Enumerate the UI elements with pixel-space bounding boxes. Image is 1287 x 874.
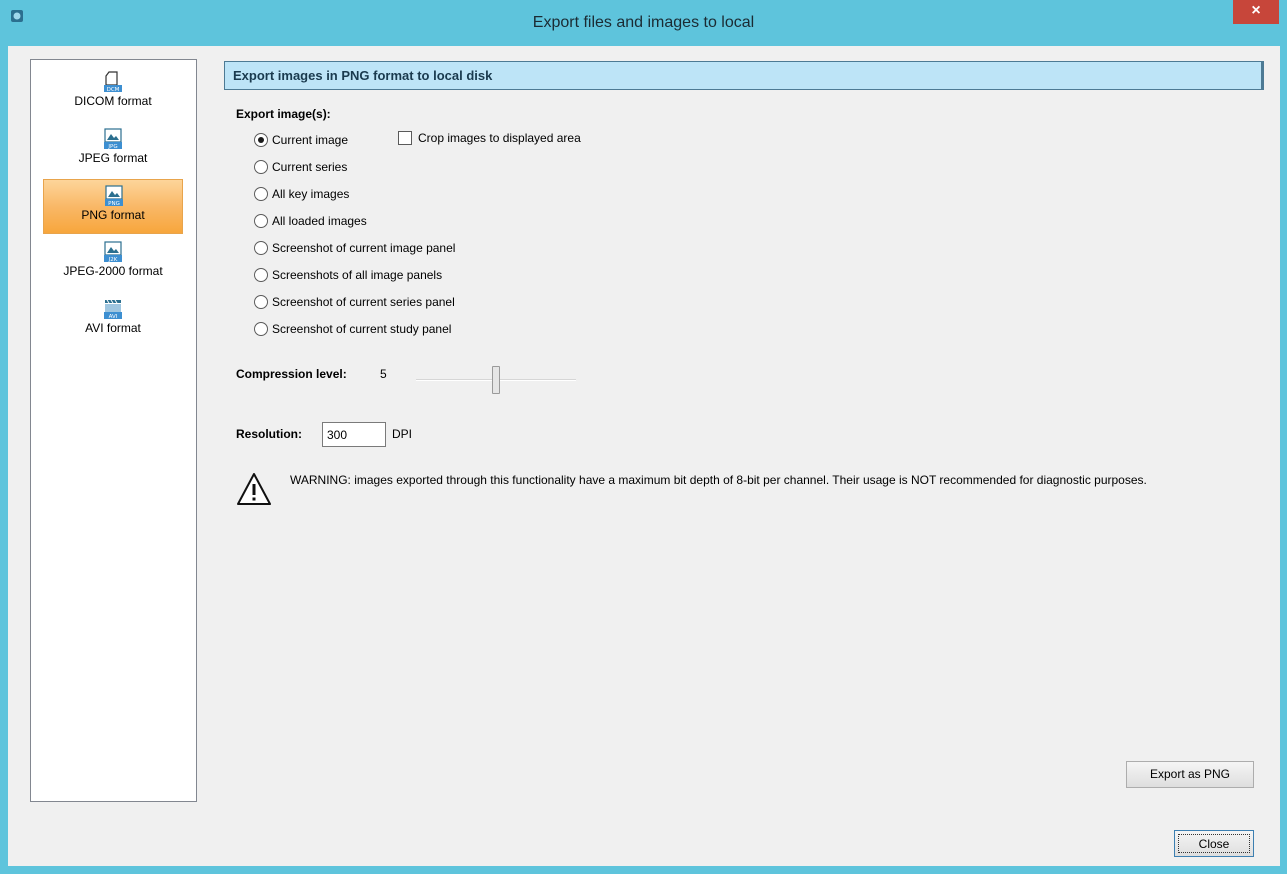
- crop-checkbox[interactable]: [398, 131, 412, 145]
- radio-label: Screenshots of all image panels: [272, 268, 443, 282]
- png-badge: PNG: [108, 201, 120, 207]
- radio-label: All loaded images: [272, 214, 367, 228]
- title-bar[interactable]: Export files and images to local ×: [0, 0, 1287, 46]
- sidebar-item-label: JPEG format: [78, 151, 148, 165]
- sidebar-item-label: DICOM format: [74, 94, 152, 108]
- export-images-label: Export image(s):: [236, 107, 331, 121]
- warning-text: WARNING: images exported through this fu…: [290, 473, 1147, 487]
- sidebar-item-png[interactable]: PNG PNG format: [43, 179, 183, 234]
- window-close-button[interactable]: ×: [1233, 0, 1279, 24]
- window-title: Export files and images to local: [532, 14, 755, 31]
- j2k-badge: J2K: [108, 257, 118, 263]
- radio-button[interactable]: [254, 241, 268, 255]
- jpeg-image-icon: JPG: [104, 128, 122, 150]
- warning-icon: [237, 473, 271, 505]
- j2k-image-icon: J2K: [104, 241, 122, 263]
- radio-button[interactable]: [254, 214, 268, 228]
- resolution-input[interactable]: [322, 422, 386, 447]
- radio-label: Screenshot of current series panel: [272, 295, 455, 309]
- compression-label: Compression level:: [236, 367, 347, 381]
- radio-label: Screenshot of current image panel: [272, 241, 456, 255]
- radio-label: Screenshot of current study panel: [272, 322, 452, 336]
- avi-video-icon: AVI: [104, 299, 122, 320]
- close-button-label: Close: [1178, 834, 1250, 853]
- compression-value: 5: [380, 367, 387, 381]
- radio-button[interactable]: [254, 187, 268, 201]
- radio-screenshot-current-study-panel[interactable]: Screenshot of current study panel: [254, 320, 451, 338]
- radio-button[interactable]: [254, 295, 268, 309]
- crop-checkbox-row[interactable]: Crop images to displayed area: [398, 131, 581, 145]
- radio-screenshot-current-image-panel[interactable]: Screenshot of current image panel: [254, 239, 455, 257]
- close-button[interactable]: Close: [1174, 830, 1254, 857]
- export-as-png-button[interactable]: Export as PNG: [1126, 761, 1254, 788]
- resolution-label: Resolution:: [236, 427, 302, 441]
- radio-button[interactable]: [254, 133, 268, 147]
- crop-checkbox-label: Crop images to displayed area: [418, 131, 581, 145]
- radio-screenshots-all-image-panels[interactable]: Screenshots of all image panels: [254, 266, 442, 284]
- compression-slider-thumb[interactable]: [492, 366, 500, 394]
- export-dialog: Export files and images to local × DCM D…: [0, 0, 1287, 874]
- radio-label: Current series: [272, 160, 348, 174]
- panel-header: Export images in PNG format to local dis…: [224, 61, 1264, 90]
- panel-header-title: Export images in PNG format to local dis…: [233, 68, 493, 83]
- format-sidebar: DCM DICOM format JPG JPEG format PNG PNG…: [30, 59, 197, 802]
- png-image-icon: PNG: [105, 185, 123, 207]
- sidebar-item-label: JPEG-2000 format: [63, 264, 163, 278]
- radio-all-key-images[interactable]: All key images: [254, 185, 349, 203]
- radio-current-image[interactable]: Current image: [254, 131, 348, 149]
- sidebar-item-avi[interactable]: AVI AVI format: [43, 293, 183, 348]
- radio-button[interactable]: [254, 322, 268, 336]
- radio-all-loaded-images[interactable]: All loaded images: [254, 212, 367, 230]
- dicom-badge: DCM: [107, 87, 120, 93]
- sidebar-item-jpeg2000[interactable]: J2K JPEG-2000 format: [43, 236, 183, 291]
- sidebar-item-label: PNG format: [81, 208, 145, 222]
- radio-button[interactable]: [254, 268, 268, 282]
- radio-screenshot-current-series-panel[interactable]: Screenshot of current series panel: [254, 293, 455, 311]
- dicom-file-icon: DCM: [104, 71, 122, 93]
- jpeg-badge: JPG: [107, 144, 117, 150]
- resolution-unit: DPI: [392, 427, 413, 441]
- sidebar-item-jpeg[interactable]: JPG JPEG format: [43, 123, 183, 178]
- avi-badge: AVI: [109, 314, 118, 320]
- radio-current-series[interactable]: Current series: [254, 158, 347, 176]
- sidebar-item-dicom[interactable]: DCM DICOM format: [43, 66, 183, 121]
- radio-label: Current image: [272, 133, 349, 147]
- sidebar-item-label: AVI format: [85, 321, 141, 335]
- radio-label: All key images: [272, 187, 350, 201]
- dialog-body: DCM DICOM format JPG JPEG format PNG PNG…: [8, 46, 1280, 866]
- radio-button[interactable]: [254, 160, 268, 174]
